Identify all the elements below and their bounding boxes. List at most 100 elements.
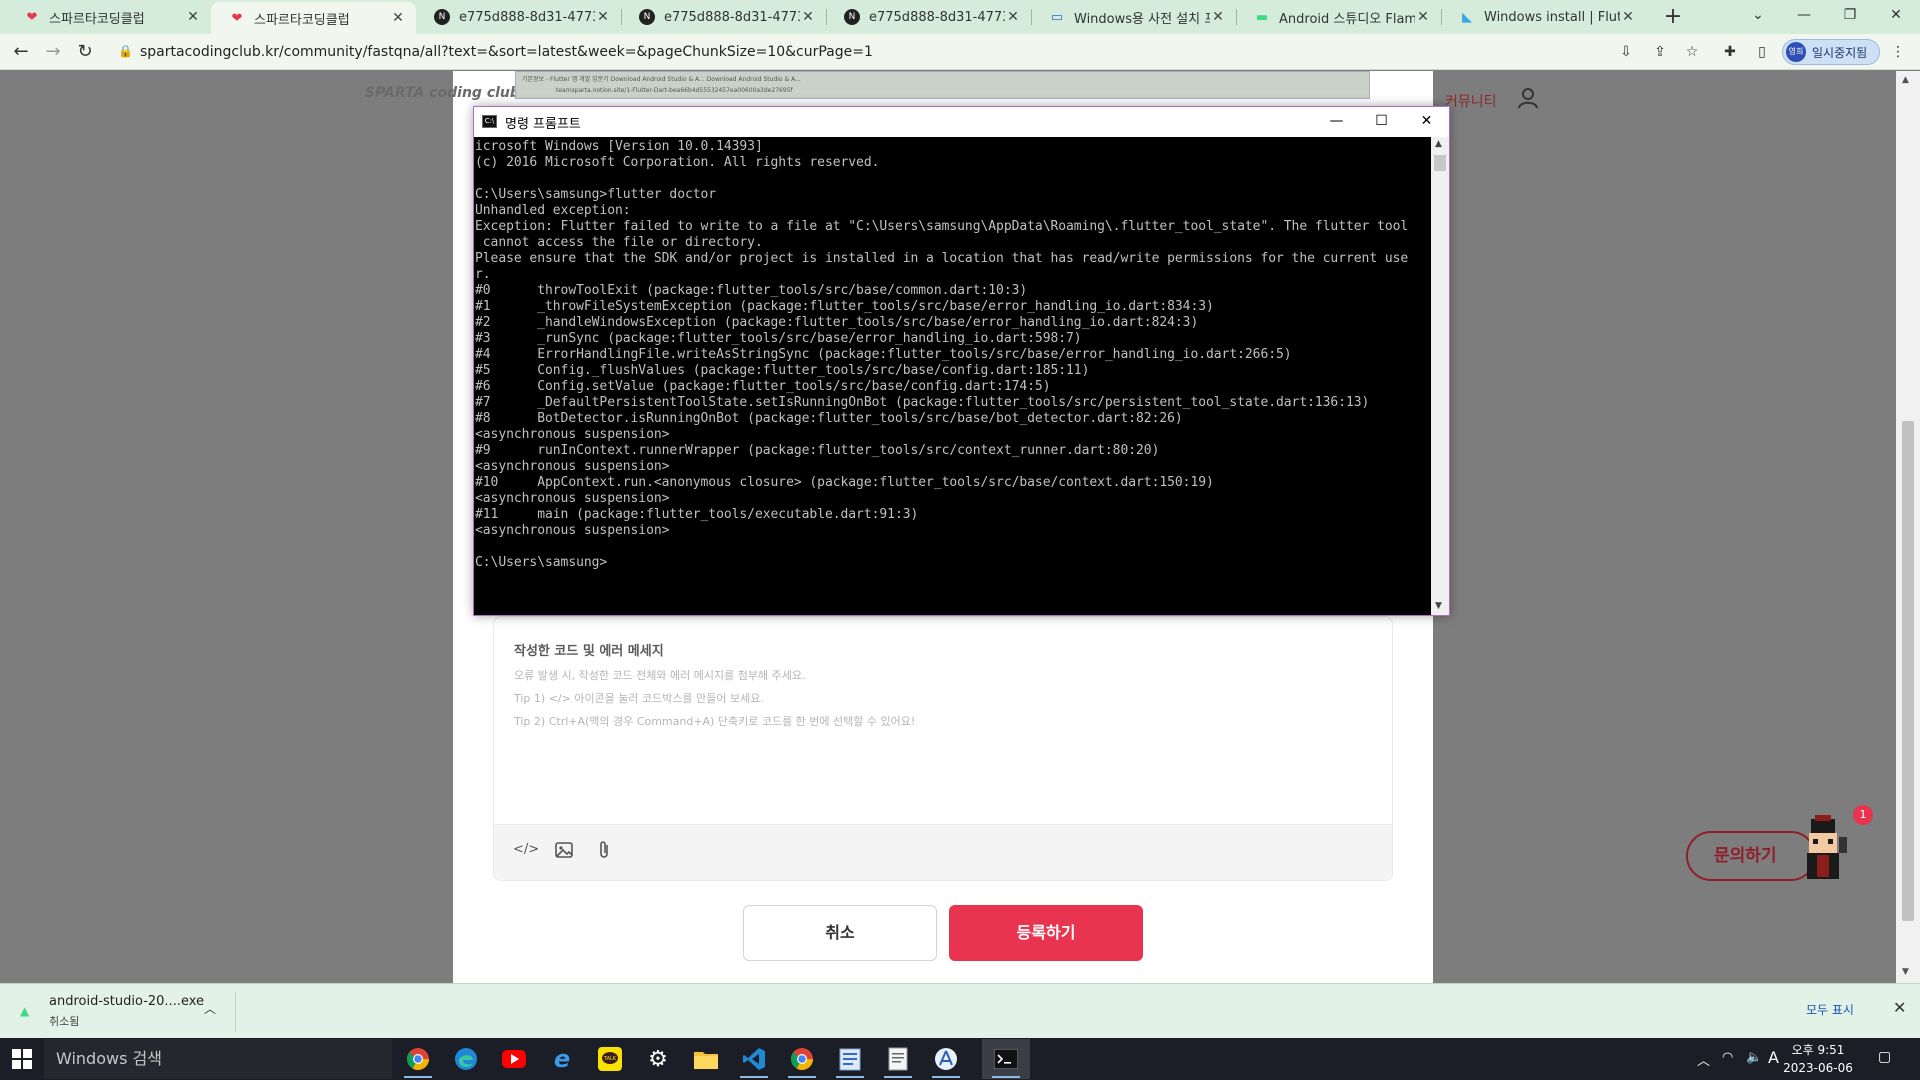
console-line: C:\Users\samsung>flutter doctor xyxy=(475,187,717,202)
cmd-scrollbar[interactable]: ▲ ▼ xyxy=(1431,137,1449,615)
profile-button[interactable]: 영희 일시중지됨 xyxy=(1782,39,1880,65)
notepad-icon[interactable] xyxy=(826,1039,874,1079)
console-line: #2 _handleWindowsException (package:flut… xyxy=(475,315,1199,330)
file-explorer-icon[interactable] xyxy=(682,1039,730,1079)
windows-start-icon[interactable] xyxy=(12,1049,32,1069)
close-icon[interactable]: ✕ xyxy=(1415,9,1431,25)
browser-toolbar: ← → ↻ 🔒 spartacodingclub.kr/community/fa… xyxy=(0,34,1920,70)
flutter-icon: ◣ xyxy=(1462,9,1472,25)
close-icon[interactable]: ✕ xyxy=(1210,9,1226,25)
avatar: 영희 xyxy=(1786,42,1806,62)
download-item[interactable]: ▲ android-studio-20....exe 취소됨 xyxy=(20,994,230,1030)
ie-icon[interactable]: e xyxy=(538,1039,586,1079)
minimize-icon[interactable]: — xyxy=(1781,0,1827,34)
tab-flutter-install[interactable]: ◣ Windows install | Flutter ✕ xyxy=(1441,0,1646,34)
embedded-screenshot-thumbnail: 기본정보 - Flutter 앱 개발 입문기 Download Android… xyxy=(515,71,1370,99)
tab-android-studio[interactable]: ▬ Android 스튜디오 Flaming ✕ xyxy=(1236,0,1441,34)
wifi-icon[interactable]: ◠ xyxy=(1722,1050,1733,1065)
show-all-downloads-link[interactable]: 모두 표시 xyxy=(1806,1001,1854,1018)
cmd-console-output[interactable]: icrosoft Windows [Version 10.0.14393] (c)… xyxy=(474,137,1431,615)
close-icon[interactable]: ✕ xyxy=(1893,998,1906,1017)
close-icon[interactable]: ✕ xyxy=(185,9,201,25)
notification-center-icon[interactable]: ▢ xyxy=(1878,1049,1898,1069)
volume-icon[interactable]: 🔈 xyxy=(1746,1050,1762,1065)
forward-icon[interactable]: → xyxy=(40,39,66,65)
close-icon[interactable]: ✕ xyxy=(1620,9,1636,25)
chrome-alt-icon[interactable] xyxy=(778,1039,826,1079)
new-tab-button[interactable]: + xyxy=(1660,4,1686,30)
back-icon[interactable]: ← xyxy=(8,39,34,65)
scroll-down-icon[interactable]: ▼ xyxy=(1902,967,1909,977)
more-menu-icon[interactable]: ⋮ xyxy=(1888,42,1908,62)
close-icon[interactable]: ✕ xyxy=(595,9,611,25)
tab-sparta-1[interactable]: ❤ 스파르타코딩클럽 ✕ xyxy=(6,0,211,34)
scroll-down-icon[interactable]: ▼ xyxy=(1435,601,1442,611)
cmd-icon[interactable] xyxy=(982,1039,1030,1079)
command-prompt-window[interactable]: C:\ 명령 프롬프트 — ☐ ✕ icrosoft Windows [Vers… xyxy=(473,106,1450,616)
cancel-button[interactable]: 취소 xyxy=(743,905,937,961)
restore-icon[interactable]: ❐ xyxy=(1827,0,1873,34)
bookmark-star-icon[interactable]: ☆ xyxy=(1682,42,1702,62)
settings-icon[interactable]: ⚙ xyxy=(634,1039,682,1079)
windows-taskbar: Windows 검색 e TALK ⚙ ︿ ◠ 🔈 A 오후 9:51 2023… xyxy=(0,1038,1920,1080)
hint-text: Tip 2) Ctrl+A(맥의 경우 Command+A) 단축키로 코드를 … xyxy=(514,715,916,728)
console-line: (c) 2016 Microsoft Corporation. All righ… xyxy=(475,155,880,170)
tab-search-chevron-icon[interactable]: ⌄ xyxy=(1735,0,1781,34)
nav-community-link[interactable]: 커뮤니티 xyxy=(1445,91,1497,111)
share-icon[interactable]: ⇪ xyxy=(1650,42,1670,62)
tab-windows-preinstall[interactable]: ▭ Windows용 사전 설치 프로 ✕ xyxy=(1031,0,1236,34)
tab-notion-3[interactable]: N e775d888-8d31-4773-bd( ✕ xyxy=(826,0,1031,34)
youtube-icon[interactable] xyxy=(490,1039,538,1079)
mascot-character-icon[interactable] xyxy=(1797,815,1849,885)
address-bar[interactable]: 🔒 spartacodingclub.kr/community/fastqna/… xyxy=(108,38,1798,66)
attachment-icon[interactable] xyxy=(593,839,615,861)
edge-icon[interactable] xyxy=(442,1039,490,1079)
app-store-icon[interactable] xyxy=(922,1039,970,1079)
side-panel-icon[interactable]: ▯ xyxy=(1752,42,1772,62)
user-icon[interactable] xyxy=(1518,87,1538,109)
close-icon[interactable]: ✕ xyxy=(1404,107,1449,137)
chevron-up-icon[interactable]: ︿ xyxy=(204,1000,216,1017)
lock-icon[interactable]: 🔒 xyxy=(118,44,133,58)
kakaotalk-icon[interactable]: TALK xyxy=(586,1039,634,1079)
chrome-icon[interactable] xyxy=(394,1039,442,1079)
address-url[interactable]: spartacodingclub.kr/community/fastqna/al… xyxy=(140,44,873,60)
close-icon[interactable]: ✕ xyxy=(800,9,816,25)
submit-button[interactable]: 등록하기 xyxy=(949,905,1143,961)
tab-notion-2[interactable]: N e775d888-8d31-4773-bd( ✕ xyxy=(621,0,826,34)
cmd-title-bar[interactable]: C:\ 명령 프롬프트 — ☐ ✕ xyxy=(474,107,1449,137)
vscode-icon[interactable] xyxy=(730,1039,778,1079)
scroll-up-icon[interactable]: ▲ xyxy=(1435,139,1442,149)
tab-sparta-2[interactable]: ❤ 스파르타코딩클럽 ✕ xyxy=(211,2,416,34)
site-logo[interactable]: SPARTA coding club xyxy=(365,85,520,101)
tab-label: Windows용 사전 설치 프로 xyxy=(1074,11,1210,27)
console-line: Unhandled exception: xyxy=(475,203,631,218)
chevron-up-icon[interactable]: ︿ xyxy=(1697,1050,1710,1069)
scrollbar-thumb[interactable] xyxy=(1902,421,1914,921)
download-status: 취소됨 xyxy=(49,1015,80,1028)
page-scrollbar[interactable]: ▲ ▼ xyxy=(1896,71,1920,983)
clock-time: 오후 9:51 xyxy=(1791,1043,1845,1057)
taskbar-search-input[interactable]: Windows 검색 xyxy=(44,1039,392,1079)
reload-icon[interactable]: ↻ xyxy=(72,39,98,65)
close-window-icon[interactable]: ✕ xyxy=(1873,0,1919,34)
tab-notion-1[interactable]: N e775d888-8d31-4773-bd( ✕ xyxy=(416,0,621,34)
close-icon[interactable]: ✕ xyxy=(390,10,406,26)
image-icon[interactable] xyxy=(553,839,575,861)
browser-tab-strip: ❤ 스파르타코딩클럽 ✕ ❤ 스파르타코딩클럽 ✕ N e775d888-8d3… xyxy=(0,0,1920,34)
console-line: #1 _throwFileSystemException (package:fl… xyxy=(475,299,1214,314)
console-line: #5 Config._flushValues (package:flutter_… xyxy=(475,363,1090,378)
scrollbar-thumb[interactable] xyxy=(1434,155,1446,171)
extensions-puzzle-icon[interactable]: ✚ xyxy=(1720,42,1740,62)
minimize-icon[interactable]: — xyxy=(1314,107,1359,137)
install-app-icon[interactable]: ⇩ xyxy=(1616,42,1636,62)
ime-indicator[interactable]: A xyxy=(1768,1048,1779,1067)
system-clock[interactable]: 오후 9:51 2023-06-06 xyxy=(1782,1041,1854,1077)
maximize-icon[interactable]: ☐ xyxy=(1359,107,1404,137)
document-icon[interactable] xyxy=(874,1039,922,1079)
scroll-up-icon[interactable]: ▲ xyxy=(1902,75,1909,85)
close-icon[interactable]: ✕ xyxy=(1005,9,1021,25)
code-block-icon[interactable]: </> xyxy=(513,839,539,861)
